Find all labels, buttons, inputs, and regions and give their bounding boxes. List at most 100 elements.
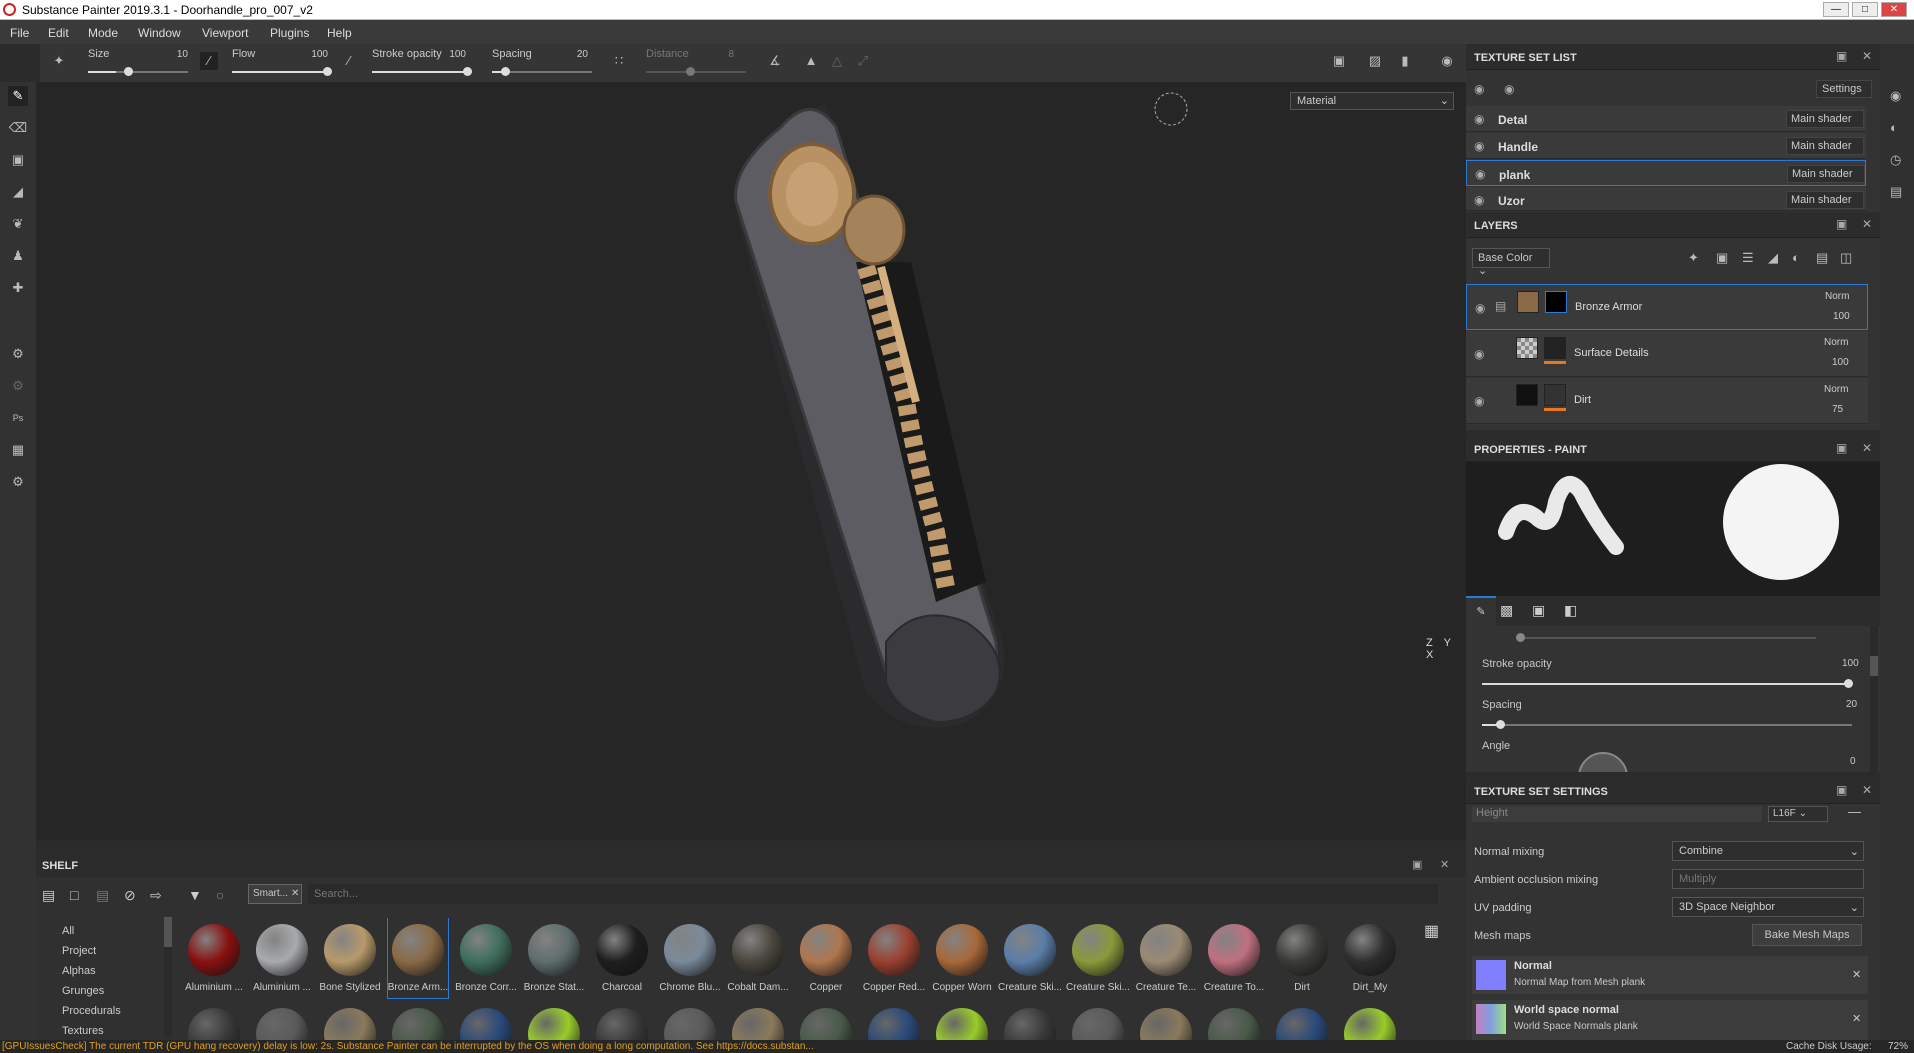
- add-smart-material-icon[interactable]: ◐: [1792, 250, 1800, 265]
- uv-padding-dropdown[interactable]: 3D Space Neighbor ⌄: [1672, 897, 1864, 917]
- undock-icon[interactable]: ▣: [1836, 49, 1847, 63]
- material-thumbnail-row2[interactable]: [796, 1002, 856, 1040]
- angle-dial[interactable]: [1578, 752, 1628, 772]
- layer-opacity[interactable]: 100: [1833, 311, 1850, 322]
- material-thumbnail-row2[interactable]: [1136, 1002, 1196, 1040]
- iray-icon[interactable]: ⚙: [8, 376, 28, 396]
- blend-mode-dropdown[interactable]: Norm: [1824, 337, 1848, 348]
- add-effect-icon[interactable]: ✦: [1688, 250, 1699, 266]
- material-thumbnail[interactable]: Aluminium ...: [252, 918, 312, 998]
- menu-mode[interactable]: Mode: [88, 26, 118, 40]
- material-thumbnail[interactable]: Bronze Corr...: [455, 918, 517, 998]
- texture-set-row[interactable]: ◉ Uzor Main shader: [1466, 187, 1866, 211]
- category-procedurals[interactable]: Procedurals: [62, 1005, 121, 1017]
- distance-value[interactable]: 8: [704, 49, 734, 60]
- photoshop-export-icon[interactable]: Ps: [8, 408, 28, 428]
- material-thumbnail[interactable]: Bronze Stat...: [524, 918, 584, 998]
- properties-scrollbar[interactable]: [1870, 626, 1878, 772]
- material-thumbnail[interactable]: Aluminium ...: [184, 918, 244, 998]
- minimize-button[interactable]: —: [1823, 2, 1849, 17]
- menu-window[interactable]: Window: [138, 26, 181, 40]
- prop-stroke-opacity-slider[interactable]: [1482, 679, 1853, 688]
- material-thumbnail[interactable]: Bone Stylized: [319, 918, 381, 998]
- material-thumbnail[interactable]: Copper: [796, 918, 856, 998]
- viewport-3d[interactable]: Z Y X: [36, 82, 1466, 840]
- material-thumbnail-row2[interactable]: [592, 1002, 652, 1040]
- add-mask-icon[interactable]: ▣: [1716, 250, 1728, 266]
- layer-opacity[interactable]: 75: [1832, 404, 1843, 415]
- hide-icon[interactable]: ⊘: [124, 887, 136, 904]
- material-thumbnail[interactable]: Cobalt Dam...: [727, 918, 789, 998]
- layer-visibility-icon[interactable]: ◉: [1474, 347, 1484, 361]
- material-thumbnail-row2[interactable]: [1340, 1002, 1400, 1040]
- camera-icon[interactable]: ▮: [1396, 52, 1414, 70]
- distance-slider[interactable]: [646, 67, 746, 76]
- material-thumbnail-row2[interactable]: [728, 1002, 788, 1040]
- tab-brush-icon[interactable]: ✎: [1466, 596, 1496, 626]
- settings-dropdown[interactable]: Settings: [1816, 80, 1872, 98]
- category-grunges[interactable]: Grunges: [62, 985, 104, 997]
- channel-dropdown[interactable]: Base Color ⌄: [1472, 248, 1550, 277]
- material-thumbnail[interactable]: Dirt_My: [1340, 918, 1400, 998]
- add-fill-layer-icon[interactable]: ◢: [1768, 250, 1778, 266]
- eraser-icon[interactable]: ⌫: [8, 118, 28, 138]
- remove-channel-icon[interactable]: —: [1848, 804, 1861, 819]
- layer-visibility-icon[interactable]: ◉: [1474, 394, 1484, 408]
- mesh-map-item[interactable]: World space normal World Space Normals p…: [1472, 1000, 1868, 1040]
- material-thumbnail-row2[interactable]: [252, 1002, 312, 1040]
- shader-dropdown[interactable]: Main shader: [1786, 110, 1864, 128]
- remove-map-icon[interactable]: ✕: [1852, 1012, 1861, 1025]
- mirror-settings-icon[interactable]: △: [828, 52, 846, 70]
- material-thumbnail-row2[interactable]: [1000, 1002, 1060, 1040]
- material-thumbnail-row2[interactable]: [1272, 1002, 1332, 1040]
- smudge-icon[interactable]: ❦: [8, 214, 28, 234]
- flow-value[interactable]: 100: [298, 49, 328, 60]
- material-thumbnail[interactable]: Bronze Arm...: [387, 918, 449, 999]
- shelf-library-icon[interactable]: ▤: [96, 887, 109, 904]
- display-settings-icon[interactable]: ◐: [1890, 120, 1898, 135]
- flow-pressure-icon[interactable]: ⁄: [340, 52, 358, 70]
- mirror-icon[interactable]: ▲: [802, 52, 820, 70]
- view-2d-icon[interactable]: ▣: [1330, 52, 1348, 70]
- hardness-slider[interactable]: [1516, 633, 1816, 642]
- prop-stroke-opacity-value[interactable]: 100: [1842, 658, 1859, 669]
- category-textures[interactable]: Textures: [62, 1025, 104, 1037]
- import-icon[interactable]: ⇨: [150, 887, 162, 904]
- prop-spacing-slider[interactable]: [1482, 720, 1852, 729]
- category-alphas[interactable]: Alphas: [62, 965, 96, 977]
- material-thumbnail[interactable]: Copper Red...: [863, 918, 925, 998]
- paint-brush-icon[interactable]: ✎: [8, 86, 28, 106]
- texture-set-row[interactable]: ◉ Detal Main shader: [1466, 106, 1866, 132]
- brush-preset-icon[interactable]: ✦: [50, 52, 68, 70]
- remove-map-icon[interactable]: ✕: [1852, 968, 1861, 981]
- material-thumbnail[interactable]: Creature To...: [1204, 918, 1264, 998]
- texture-set-row[interactable]: ◉ Handle Main shader: [1466, 133, 1866, 159]
- eye-solo-icon[interactable]: ◉: [1504, 82, 1514, 96]
- color-picker-icon[interactable]: ✚: [8, 278, 28, 298]
- bake-icon[interactable]: ⚙: [8, 344, 28, 364]
- flow-slider[interactable]: [232, 67, 332, 76]
- folder-icon[interactable]: ▤: [42, 887, 55, 904]
- visibility-eye-icon[interactable]: ◉: [1475, 167, 1485, 181]
- prop-spacing-value[interactable]: 20: [1846, 699, 1857, 710]
- close-panel-icon[interactable]: ✕: [1862, 217, 1872, 231]
- close-panel-icon[interactable]: ✕: [1440, 858, 1449, 871]
- shader-dropdown[interactable]: Main shader: [1787, 165, 1865, 183]
- material-thumbnail-row2[interactable]: [932, 1002, 992, 1040]
- undock-icon[interactable]: ▣: [1412, 858, 1422, 871]
- texture-set-row-selected[interactable]: ◉ plank Main shader: [1466, 160, 1866, 186]
- material-thumbnail[interactable]: Chrome Blu...: [659, 918, 721, 998]
- undock-icon[interactable]: ▣: [1836, 217, 1847, 231]
- close-panel-icon[interactable]: ✕: [1862, 783, 1872, 797]
- delete-layer-icon[interactable]: ◫: [1840, 250, 1852, 266]
- filter-tag[interactable]: Smart... ✕: [248, 884, 302, 904]
- maximize-button[interactable]: □: [1852, 2, 1878, 17]
- shelf-search-input[interactable]: [308, 884, 1438, 904]
- material-thumbnail[interactable]: Creature Te...: [1136, 918, 1196, 998]
- blend-mode-dropdown[interactable]: Norm: [1825, 291, 1849, 302]
- tab-stencil-icon[interactable]: ◧: [1564, 602, 1577, 619]
- filter-icon[interactable]: ▼: [188, 887, 202, 903]
- blend-mode-dropdown[interactable]: Norm: [1824, 384, 1848, 395]
- material-thumbnail-row2[interactable]: [524, 1002, 584, 1040]
- tab-alpha-icon[interactable]: ▣: [1532, 602, 1545, 619]
